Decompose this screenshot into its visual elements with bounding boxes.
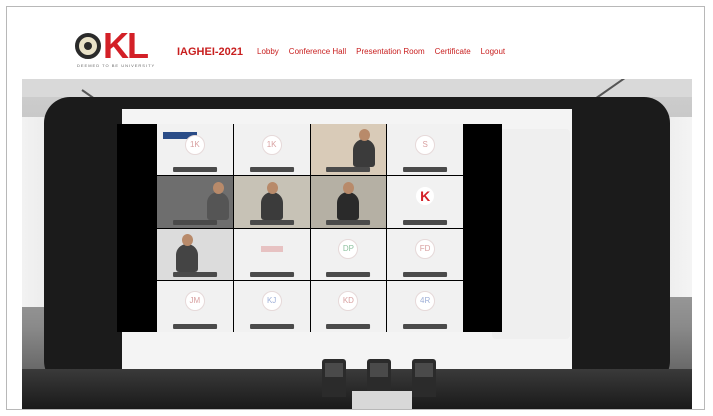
participant-nametag [403,219,448,225]
participant-tile[interactable] [310,176,387,228]
participant-avatar: KD [338,291,359,312]
participant-nametag [249,271,294,277]
participant-nametag [403,167,448,173]
participant-logo [260,246,283,252]
participant-nametag [403,324,448,329]
event-title: IAGHEI-2021 [177,46,244,58]
kl-logo-icon: K [416,186,435,205]
participant-tile[interactable]: DP [310,228,387,280]
participant-nametag [326,167,371,173]
stage-screen-side [492,129,570,339]
participant-nametag [172,271,217,277]
logo-text: KL [103,25,149,66]
participant-avatar: 4R [415,291,436,312]
stage-chair [412,359,436,397]
participant-tile[interactable]: 1K [157,124,233,176]
participant-nametag [326,219,371,225]
participant-nametag [249,324,294,329]
participant-nametag [249,219,294,225]
participant-nametag [403,271,448,277]
participant-video [260,181,283,220]
participant-avatar: FD [415,239,436,259]
virtual-stage: 1K 1K S K DP FD JM KJ KD 4R [22,79,692,409]
page-frame: KL DEEMED TO BE UNIVERSITY IAGHEI-2021 L… [6,6,705,410]
participant-avatar: KJ [261,291,282,312]
participant-tile[interactable] [233,228,310,280]
video-conference-panel[interactable]: 1K 1K S K DP FD JM KJ KD 4R [117,124,502,332]
participant-video [352,129,375,168]
participant-nametag [172,167,217,173]
participant-tile[interactable] [157,228,233,280]
participant-nametag [172,219,217,225]
stage-chair [322,359,346,397]
participant-avatar: S [415,134,436,155]
gear-emblem-icon [75,33,101,59]
stage-podium [352,391,412,409]
participant-video [337,181,360,220]
nav-conference-hall[interactable]: Conference Hall [289,47,346,56]
participant-nametag [326,324,371,329]
participant-tile[interactable] [233,176,310,228]
participant-nametag [249,167,294,173]
participant-nametag [326,271,371,277]
participant-avatar: JM [184,291,205,312]
participant-tile[interactable]: JM [157,280,233,332]
nav-certificate[interactable]: Certificate [435,47,471,56]
participant-tile[interactable]: K [387,176,463,228]
nav-presentation-room[interactable]: Presentation Room [356,47,424,56]
participant-tile[interactable] [310,124,387,176]
participant-tile[interactable]: KD [310,280,387,332]
participant-grid: 1K 1K S K DP FD JM KJ KD 4R [157,124,463,332]
participant-tile[interactable]: KJ [233,280,310,332]
participant-tile[interactable]: FD [387,228,463,280]
site-header: KL DEEMED TO BE UNIVERSITY IAGHEI-2021 L… [7,7,704,79]
nav-lobby[interactable]: Lobby [257,47,279,56]
participant-avatar: DP [338,239,359,259]
participant-tile[interactable]: 1K [233,124,310,176]
nav-logout[interactable]: Logout [481,47,505,56]
participant-tile[interactable]: S [387,124,463,176]
logo-tagline: DEEMED TO BE UNIVERSITY [77,63,156,68]
participant-avatar: 1K [261,134,282,155]
participant-tile[interactable] [157,176,233,228]
participant-avatar: 1K [184,134,205,155]
stage-ceiling [22,79,692,97]
participant-nametag [172,324,217,329]
participant-video [176,233,199,272]
main-nav: Lobby Conference Hall Presentation Room … [257,47,505,56]
participant-tile[interactable]: 4R [387,280,463,332]
kl-logo[interactable]: KL DEEMED TO BE UNIVERSITY [75,25,171,71]
participant-video [206,181,229,220]
